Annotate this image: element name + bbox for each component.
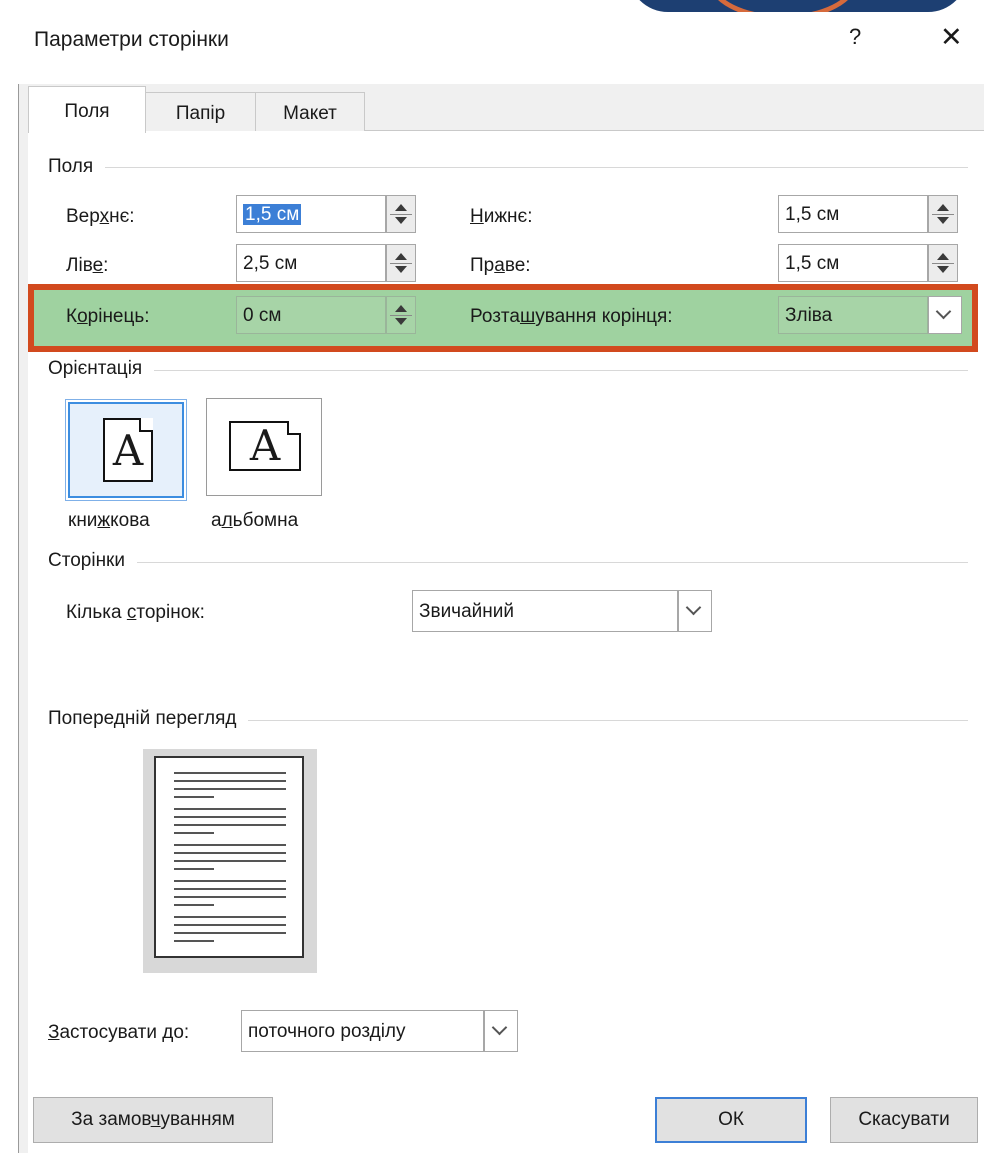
margins-group-label: Поля bbox=[48, 156, 106, 178]
multiple-pages-dropdown[interactable] bbox=[678, 590, 712, 632]
gutter-position-dropdown[interactable] bbox=[928, 296, 962, 334]
gutter-spinner[interactable] bbox=[386, 296, 416, 334]
left-margin-field[interactable]: 2,5 см bbox=[236, 244, 386, 282]
right-margin-spinner[interactable] bbox=[928, 244, 958, 282]
landscape-orientation-button[interactable]: A bbox=[206, 398, 322, 496]
left-margin-spinner[interactable] bbox=[386, 244, 416, 282]
gutter-position-label: Розташування корінця: bbox=[470, 306, 673, 327]
preview-page bbox=[154, 756, 304, 958]
tab-margins[interactable]: Поля bbox=[28, 86, 146, 133]
gutter-field[interactable]: 0 см bbox=[236, 296, 386, 334]
apply-to-select[interactable]: поточного розділу bbox=[241, 1010, 484, 1052]
orientation-group-line bbox=[50, 370, 968, 371]
margins-group-line bbox=[50, 167, 968, 168]
dialog-title: Параметри сторінки bbox=[34, 28, 229, 51]
gutter-position-select[interactable]: Зліва bbox=[778, 296, 928, 334]
landscape-page-icon: A bbox=[229, 421, 301, 471]
chevron-down-icon bbox=[491, 1019, 508, 1036]
chevron-down-icon bbox=[685, 599, 702, 616]
portrait-orientation-button[interactable]: A bbox=[65, 399, 187, 501]
help-button[interactable]: ? bbox=[849, 24, 861, 50]
tab-paper-label: Папір bbox=[175, 103, 226, 124]
pages-group-line bbox=[50, 562, 968, 563]
right-margin-field[interactable]: 1,5 см bbox=[778, 244, 928, 282]
bottom-margin-label: Нижнє: bbox=[470, 206, 533, 227]
portrait-page-icon: A bbox=[103, 418, 153, 482]
ok-button[interactable]: ОК bbox=[655, 1097, 807, 1143]
tab-layout[interactable]: Макет bbox=[255, 92, 365, 131]
close-icon[interactable]: ✕ bbox=[940, 22, 963, 53]
preview-group-label: Попередній перегляд bbox=[48, 708, 249, 730]
landscape-label: альбомна bbox=[211, 510, 299, 531]
portrait-label: книжкова bbox=[68, 510, 150, 531]
bottom-margin-field[interactable]: 1,5 см bbox=[778, 195, 928, 233]
apply-to-label: Застосувати до: bbox=[48, 1022, 190, 1043]
right-margin-label: Праве: bbox=[470, 255, 531, 276]
top-margin-spinner[interactable] bbox=[386, 195, 416, 233]
left-margin-label: Ліве: bbox=[66, 255, 109, 276]
cancel-button[interactable]: Скасувати bbox=[830, 1097, 978, 1143]
top-margin-label: Верхнє: bbox=[66, 206, 135, 227]
apply-to-dropdown[interactable] bbox=[484, 1010, 518, 1052]
pages-group-label: Сторінки bbox=[48, 550, 137, 572]
chevron-down-icon bbox=[935, 303, 952, 320]
top-margin-field[interactable]: 1,5 см bbox=[236, 195, 386, 233]
multiple-pages-label: Кілька сторінок: bbox=[66, 602, 205, 623]
tab-margins-label: Поля bbox=[64, 101, 110, 122]
gutter-label: Корінець: bbox=[66, 306, 150, 327]
tab-paper[interactable]: Папір bbox=[144, 92, 257, 131]
multiple-pages-select[interactable]: Звичайний bbox=[412, 590, 678, 632]
app-logo bbox=[628, 0, 968, 12]
set-as-default-button[interactable]: За замовчуванням bbox=[33, 1097, 273, 1143]
bottom-margin-spinner[interactable] bbox=[928, 195, 958, 233]
orientation-group-label: Орієнтація bbox=[48, 358, 155, 380]
tab-layout-label: Макет bbox=[283, 103, 337, 124]
